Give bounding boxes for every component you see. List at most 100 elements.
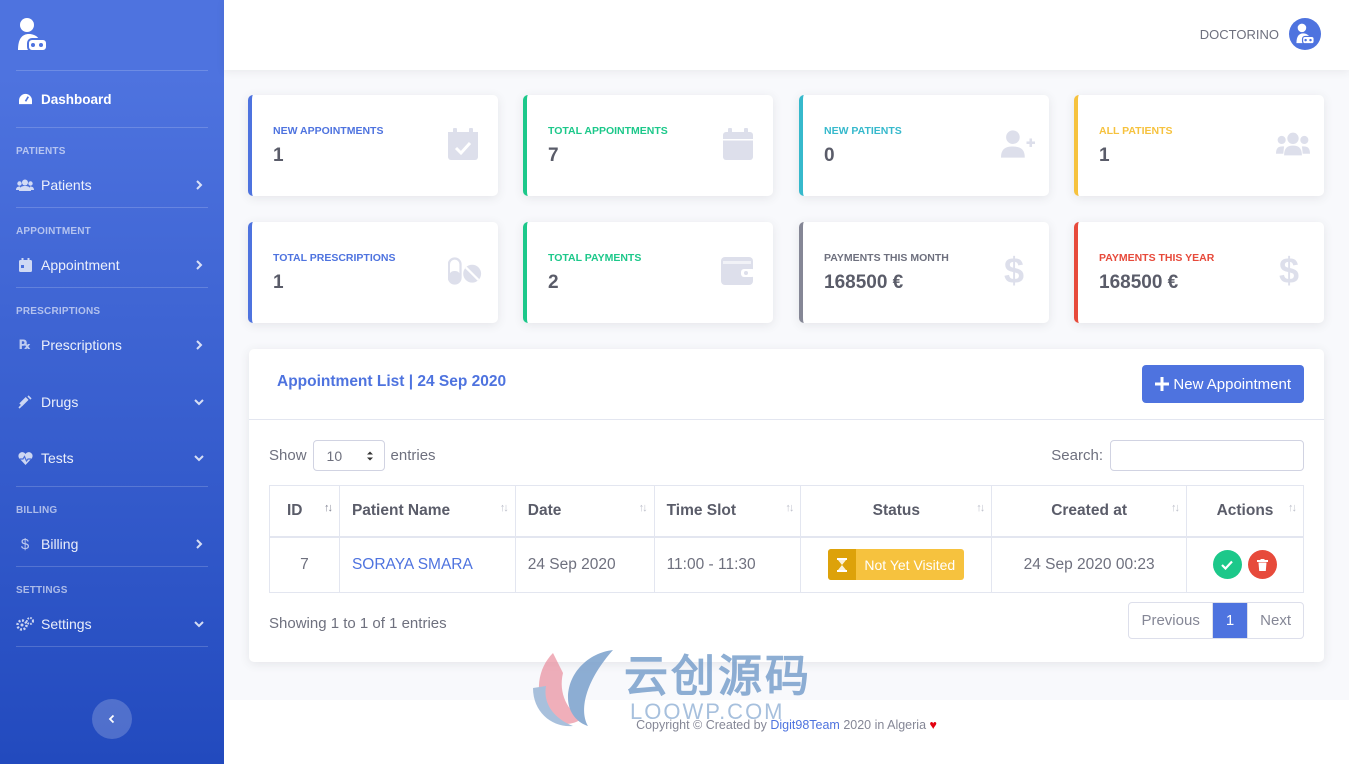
status-badge: Not Yet Visited bbox=[828, 549, 965, 581]
avatar bbox=[1289, 18, 1321, 50]
calendar-icon bbox=[721, 127, 755, 161]
stat-card-new-patients: NEW PATIENTS 0 bbox=[799, 95, 1049, 196]
doctor-logo-icon bbox=[18, 18, 48, 52]
page-length-select[interactable]: 10 bbox=[312, 440, 385, 471]
table-row: 7 SORAYA SMARA 24 Sep 2020 11:00 - 11:30… bbox=[269, 536, 1304, 593]
cell-time-slot: 11:00 - 11:30 bbox=[653, 536, 802, 593]
stat-label: ALL PATIENTS bbox=[1099, 125, 1173, 137]
table-header-row: ID ↑↓ Patient Name ↑↓ Date ↑↓ Time Slot ↑↓ S… bbox=[269, 485, 1304, 538]
stat-card-total-prescriptions: TOTAL PRESCRIPTIONS 1 bbox=[248, 222, 498, 323]
stat-label: TOTAL APPOINTMENTS bbox=[548, 125, 668, 137]
nav-dashboard-label: Dashboard bbox=[41, 91, 112, 107]
sort-icon: ↑↓ bbox=[499, 502, 509, 514]
entries-label: entries bbox=[390, 447, 436, 464]
cell-status: Not Yet Visited bbox=[800, 536, 993, 593]
panel-header: Appointment List | 24 Sep 2020 New Appoi… bbox=[249, 349, 1324, 420]
dollar-icon: $ bbox=[20, 535, 30, 553]
cell-id: 7 bbox=[269, 536, 340, 593]
wallet-icon bbox=[721, 254, 755, 288]
nav-item-label: Appointment bbox=[41, 257, 120, 273]
chevron-right-icon bbox=[196, 180, 203, 190]
chevron-right-icon bbox=[196, 260, 203, 270]
table-info: Showing 1 to 1 of 1 entries bbox=[269, 615, 447, 632]
column-header-date[interactable]: Date ↑↓ bbox=[514, 485, 655, 538]
dollar-icon: $ bbox=[1278, 250, 1300, 291]
stat-label: PAYMENTS THIS YEAR bbox=[1099, 252, 1215, 264]
nav-item-settings[interactable]: Settings bbox=[0, 602, 224, 646]
new-appointment-button[interactable]: New Appointment bbox=[1142, 365, 1304, 403]
hourglass-icon bbox=[828, 549, 857, 581]
sidebar: Dashboard PATIENTS Patients APPOINTMENT … bbox=[0, 0, 224, 764]
column-header-created-at[interactable]: Created at ↑↓ bbox=[991, 485, 1187, 538]
cogs-icon bbox=[16, 617, 34, 631]
stat-card-total-appointments: TOTAL APPOINTMENTS 7 bbox=[523, 95, 773, 196]
column-header-id[interactable]: ID ↑↓ bbox=[269, 485, 340, 538]
column-header-status[interactable]: Status ↑↓ bbox=[800, 485, 993, 538]
stat-value: 7 bbox=[548, 145, 559, 166]
pagination-page-current[interactable]: 1 bbox=[1211, 603, 1248, 638]
pagination: Previous 1 Next bbox=[1128, 602, 1304, 639]
nav-item-prescriptions[interactable]: ℞ Prescriptions bbox=[0, 323, 224, 367]
status-text: Not Yet Visited bbox=[864, 556, 956, 573]
watermark-logo-icon bbox=[533, 650, 613, 727]
pagination-previous[interactable]: Previous bbox=[1129, 603, 1211, 638]
chevron-down-icon bbox=[194, 455, 204, 462]
sort-icon: ↑↓ bbox=[323, 502, 333, 514]
panel-title: Appointment List | 24 Sep 2020 bbox=[277, 373, 507, 390]
cell-date: 24 Sep 2020 bbox=[514, 536, 655, 593]
topbar: DOCTORINO bbox=[224, 0, 1349, 70]
nav-item-tests[interactable]: Tests bbox=[0, 436, 224, 480]
column-header-actions[interactable]: Actions ↑↓ bbox=[1186, 485, 1304, 538]
nav-item-patients[interactable]: Patients bbox=[0, 163, 224, 207]
nav-dashboard[interactable]: Dashboard bbox=[0, 71, 224, 127]
nav-item-drugs[interactable]: Drugs bbox=[0, 380, 224, 424]
nav-heading-patients: PATIENTS bbox=[16, 146, 66, 157]
user-menu[interactable]: DOCTORINO bbox=[1200, 18, 1321, 50]
users-icon bbox=[1276, 127, 1310, 161]
nav-item-label: Billing bbox=[41, 536, 79, 552]
mark-visited-button[interactable] bbox=[1212, 550, 1242, 580]
search-input[interactable] bbox=[1110, 440, 1304, 471]
stat-label: TOTAL PRESCRIPTIONS bbox=[273, 252, 396, 264]
tachometer-icon bbox=[16, 92, 34, 106]
search-control: Search: bbox=[1051, 440, 1304, 471]
pagination-next[interactable]: Next bbox=[1247, 603, 1303, 638]
stat-value: 168500 € bbox=[824, 272, 904, 293]
sort-icon: ↑↓ bbox=[1171, 502, 1180, 514]
nav-heading-prescriptions: PRESCRIPTIONS bbox=[16, 306, 101, 317]
appointment-list-panel: Appointment List | 24 Sep 2020 New Appoi… bbox=[249, 349, 1324, 662]
stat-card-payments-this-month: PAYMENTS THIS MONTH 168500 € $ bbox=[799, 222, 1049, 323]
sort-icon: ↑↓ bbox=[1288, 502, 1297, 514]
user-name: DOCTORINO bbox=[1199, 26, 1279, 42]
nav-heading-appointment: APPOINTMENT bbox=[16, 226, 91, 237]
prescription-icon: ℞ bbox=[19, 337, 31, 352]
nav-item-appointment[interactable]: Appointment bbox=[0, 243, 224, 287]
new-appointment-label: New Appointment bbox=[1173, 375, 1291, 393]
stat-label: TOTAL PAYMENTS bbox=[548, 252, 642, 264]
nav-item-label: Patients bbox=[41, 177, 92, 193]
chevron-down-icon bbox=[194, 621, 204, 628]
calendar-check-icon bbox=[446, 127, 480, 161]
select-arrows-icon bbox=[366, 451, 373, 460]
nav-heading-settings: SETTINGS bbox=[16, 585, 68, 596]
stat-value: 1 bbox=[1099, 145, 1110, 166]
stat-value: 0 bbox=[824, 145, 835, 166]
heart-icon: ♥ bbox=[929, 718, 937, 732]
sort-icon: ↑↓ bbox=[785, 502, 794, 514]
sidebar-toggle-button[interactable] bbox=[92, 699, 132, 739]
column-header-time-slot[interactable]: Time Slot ↑↓ bbox=[653, 485, 802, 538]
brand-logo[interactable] bbox=[0, 0, 224, 70]
column-header-patient-name[interactable]: Patient Name ↑↓ bbox=[338, 485, 516, 538]
nav-item-billing[interactable]: $ Billing bbox=[0, 522, 224, 566]
watermark: 云创源码 LOOWP.COM bbox=[528, 648, 812, 728]
stat-value: 1 bbox=[273, 272, 284, 293]
pills-icon bbox=[448, 254, 482, 288]
cell-created-at: 24 Sep 2020 00:23 bbox=[991, 536, 1187, 593]
delete-button[interactable] bbox=[1248, 550, 1278, 580]
patient-link[interactable]: SORAYA SMARA bbox=[352, 556, 473, 573]
nav-item-label: Drugs bbox=[41, 394, 79, 410]
syringe-icon bbox=[16, 395, 34, 409]
nav-item-label: Prescriptions bbox=[41, 337, 122, 353]
chevron-down-icon bbox=[194, 399, 204, 406]
dollar-icon: $ bbox=[1003, 250, 1025, 291]
